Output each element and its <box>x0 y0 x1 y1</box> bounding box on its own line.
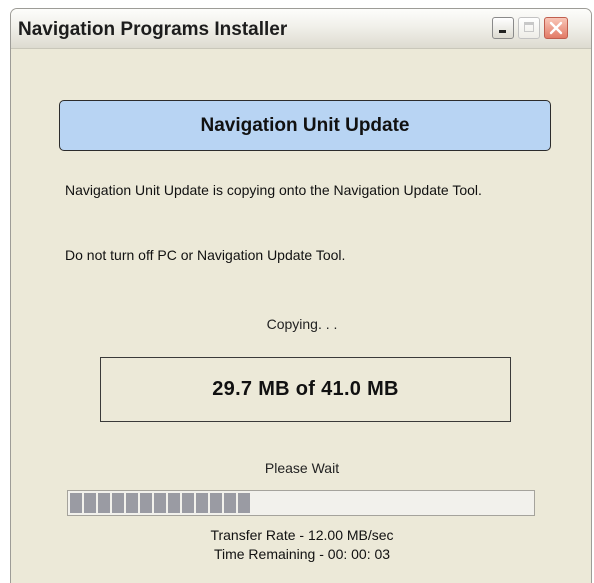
progress-segment <box>196 493 208 513</box>
copy-message: Navigation Unit Update is copying onto t… <box>65 182 482 198</box>
minimize-icon <box>499 30 506 33</box>
header-banner: Navigation Unit Update <box>59 100 551 151</box>
size-display: 29.7 MB of 41.0 MB <box>100 357 511 422</box>
size-text: 29.7 MB of 41.0 MB <box>212 378 399 400</box>
progress-segment <box>112 493 124 513</box>
progress-segment <box>84 493 96 513</box>
progress-bar <box>67 490 535 516</box>
progress-segment <box>98 493 110 513</box>
warning-message: Do not turn off PC or Navigation Update … <box>65 247 346 263</box>
progress-segment <box>70 493 82 513</box>
progress-segment <box>238 493 250 513</box>
progress-segment <box>224 493 236 513</box>
progress-segment <box>154 493 166 513</box>
close-icon <box>549 21 563 35</box>
title-bar[interactable]: Navigation Programs Installer <box>11 9 591 49</box>
minimize-button[interactable] <box>492 17 514 39</box>
copying-label: Copying. . . <box>266 316 338 332</box>
window-title: Navigation Programs Installer <box>18 19 288 40</box>
maximize-button[interactable] <box>518 17 540 39</box>
progress-fill <box>70 493 250 513</box>
progress-segment <box>210 493 222 513</box>
progress-segment <box>168 493 180 513</box>
progress-segment <box>126 493 138 513</box>
transfer-rate: Transfer Rate - 12.00 MB/sec <box>210 527 394 543</box>
progress-segment <box>182 493 194 513</box>
header-title: Navigation Unit Update <box>200 114 410 136</box>
maximize-icon <box>524 22 534 32</box>
close-button[interactable] <box>544 17 568 39</box>
progress-segment <box>140 493 152 513</box>
time-remaining: Time Remaining - 00: 00: 03 <box>213 546 391 562</box>
wait-label: Please Wait <box>264 460 340 476</box>
installer-window: Navigation Programs Installer Navigation… <box>10 8 592 583</box>
